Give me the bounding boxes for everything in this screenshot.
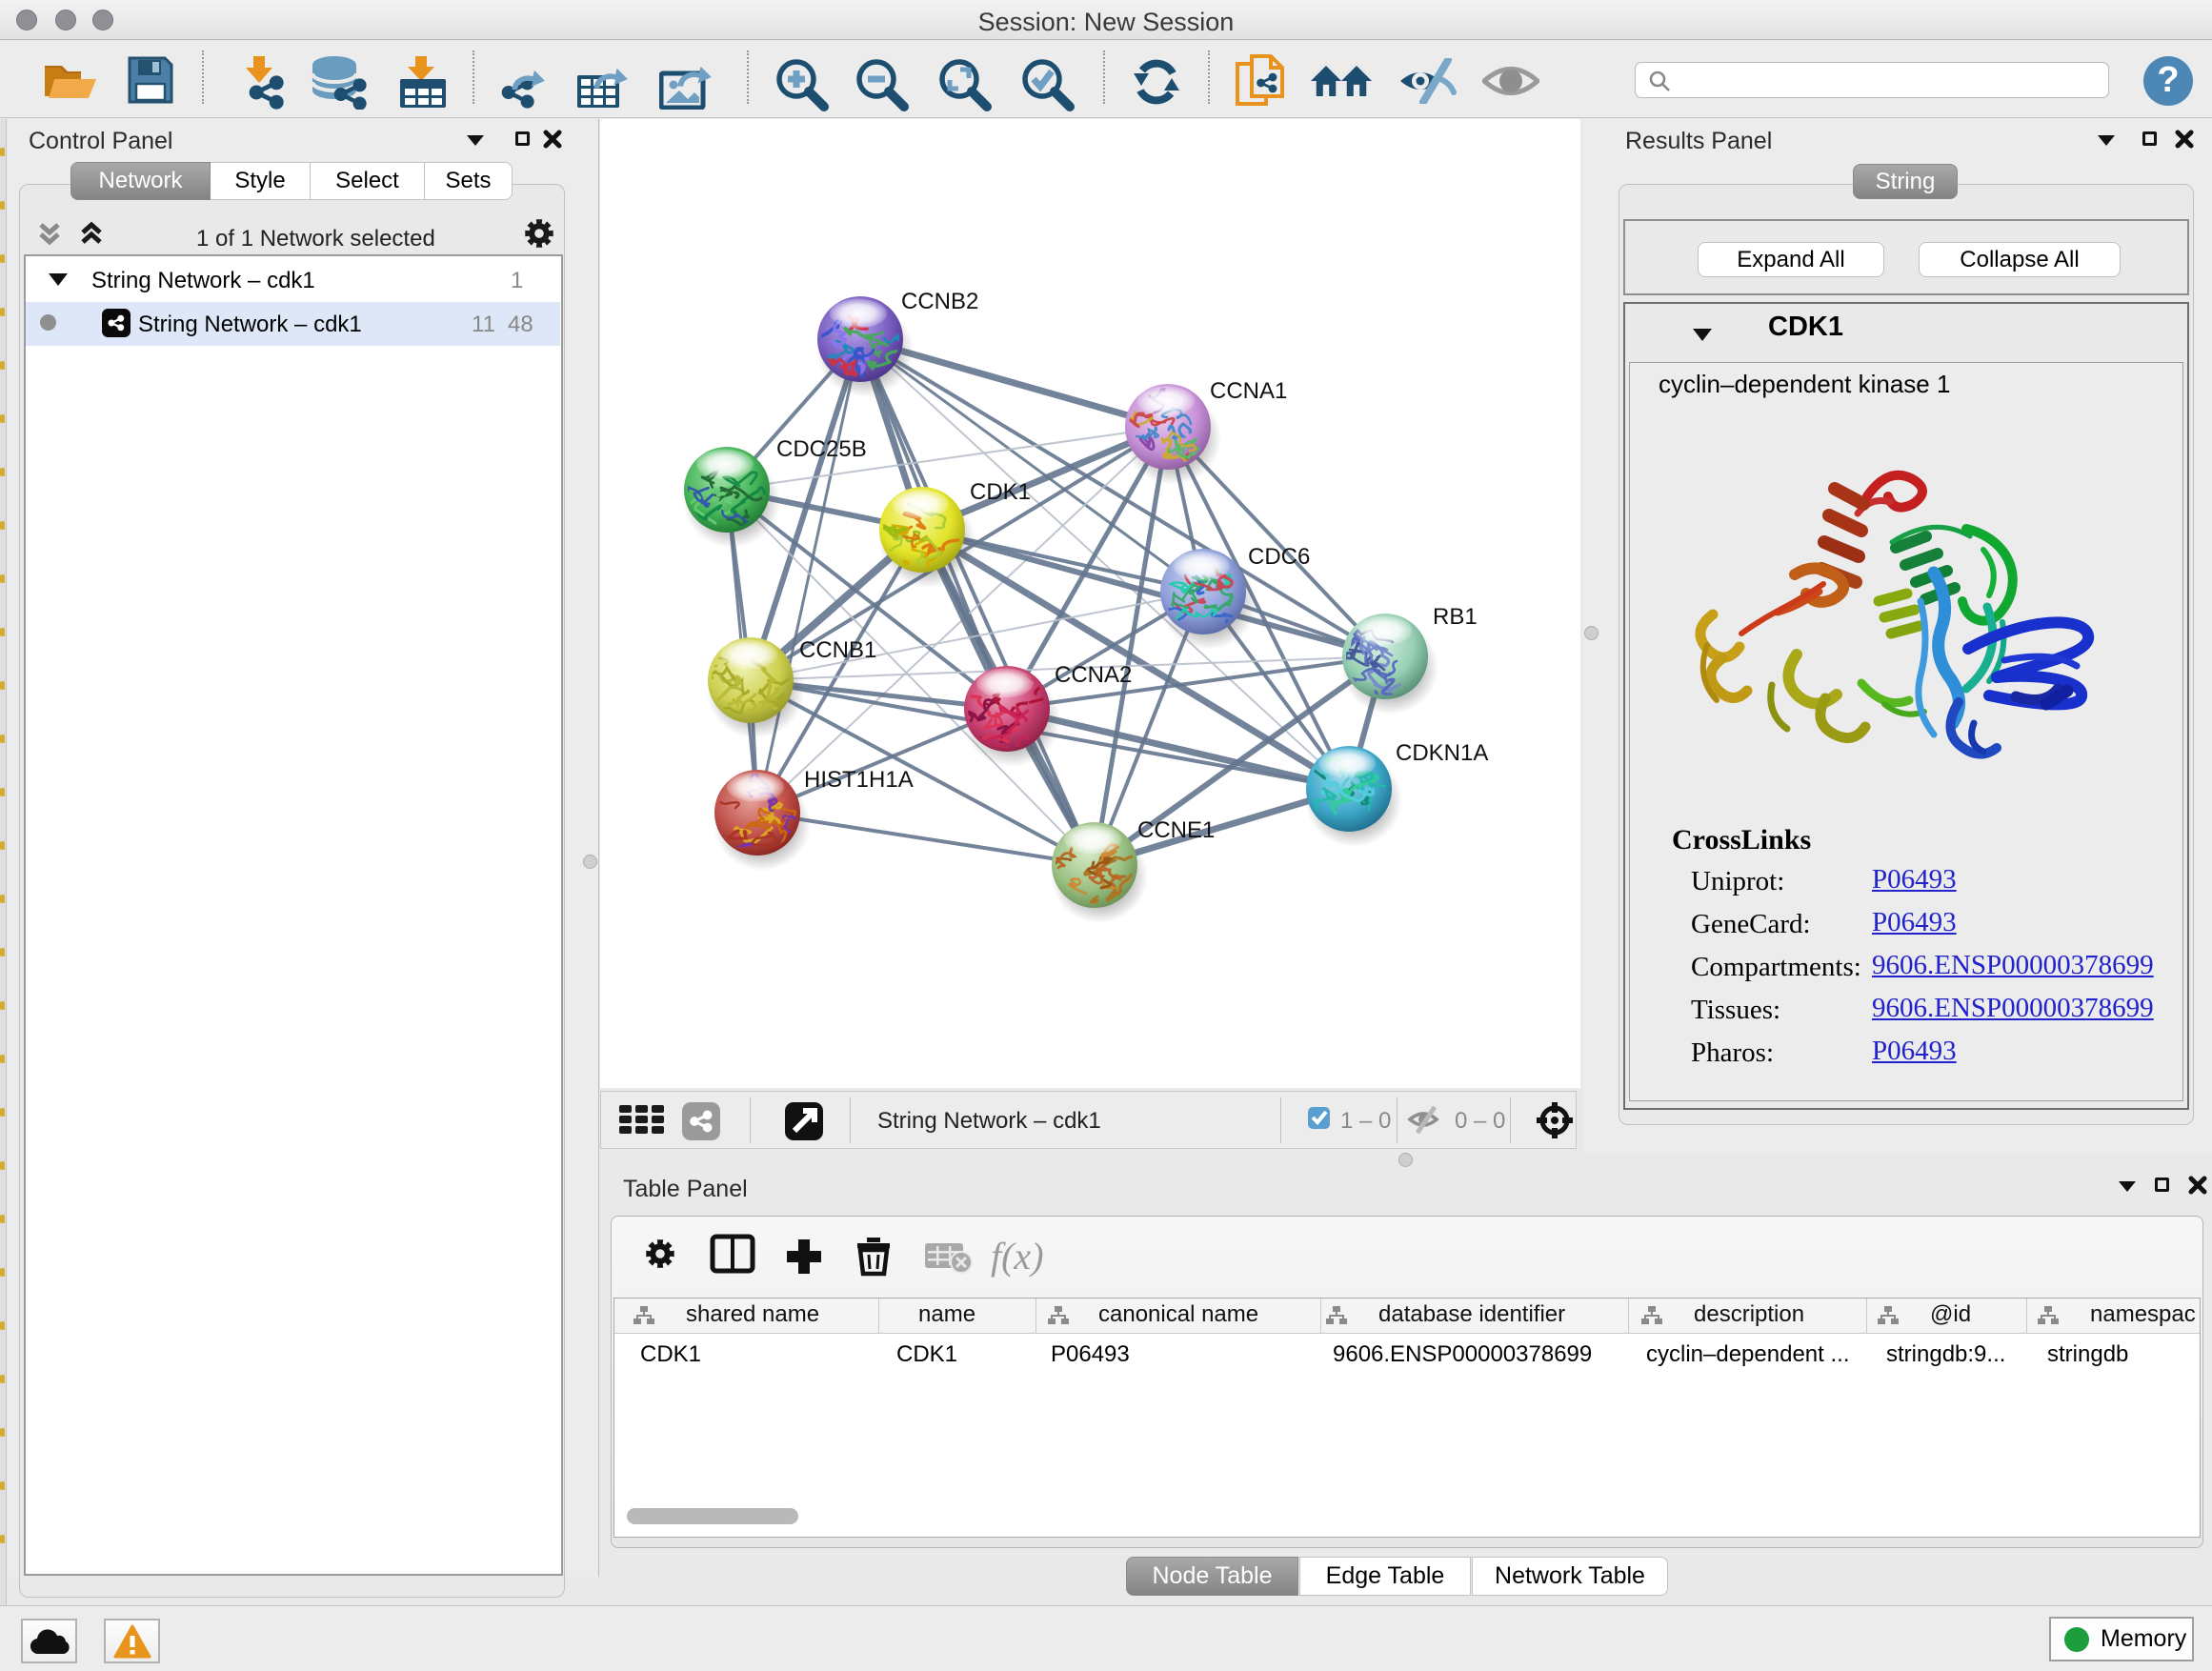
svg-text:CCNB1: CCNB1 (799, 637, 876, 663)
svg-text:CCNE1: CCNE1 (1137, 817, 1215, 843)
svg-text:CDK1: CDK1 (970, 479, 1031, 505)
svg-text:HIST1H1A: HIST1H1A (804, 767, 914, 793)
svg-text:CDC6: CDC6 (1248, 544, 1310, 570)
svg-text:CDKN1A: CDKN1A (1396, 740, 1488, 766)
svg-text:CCNB2: CCNB2 (901, 289, 978, 314)
svg-text:CDC25B: CDC25B (776, 436, 867, 462)
svg-text:RB1: RB1 (1433, 604, 1478, 630)
svg-text:CCNA1: CCNA1 (1210, 378, 1287, 404)
svg-text:CCNA2: CCNA2 (1055, 662, 1132, 688)
